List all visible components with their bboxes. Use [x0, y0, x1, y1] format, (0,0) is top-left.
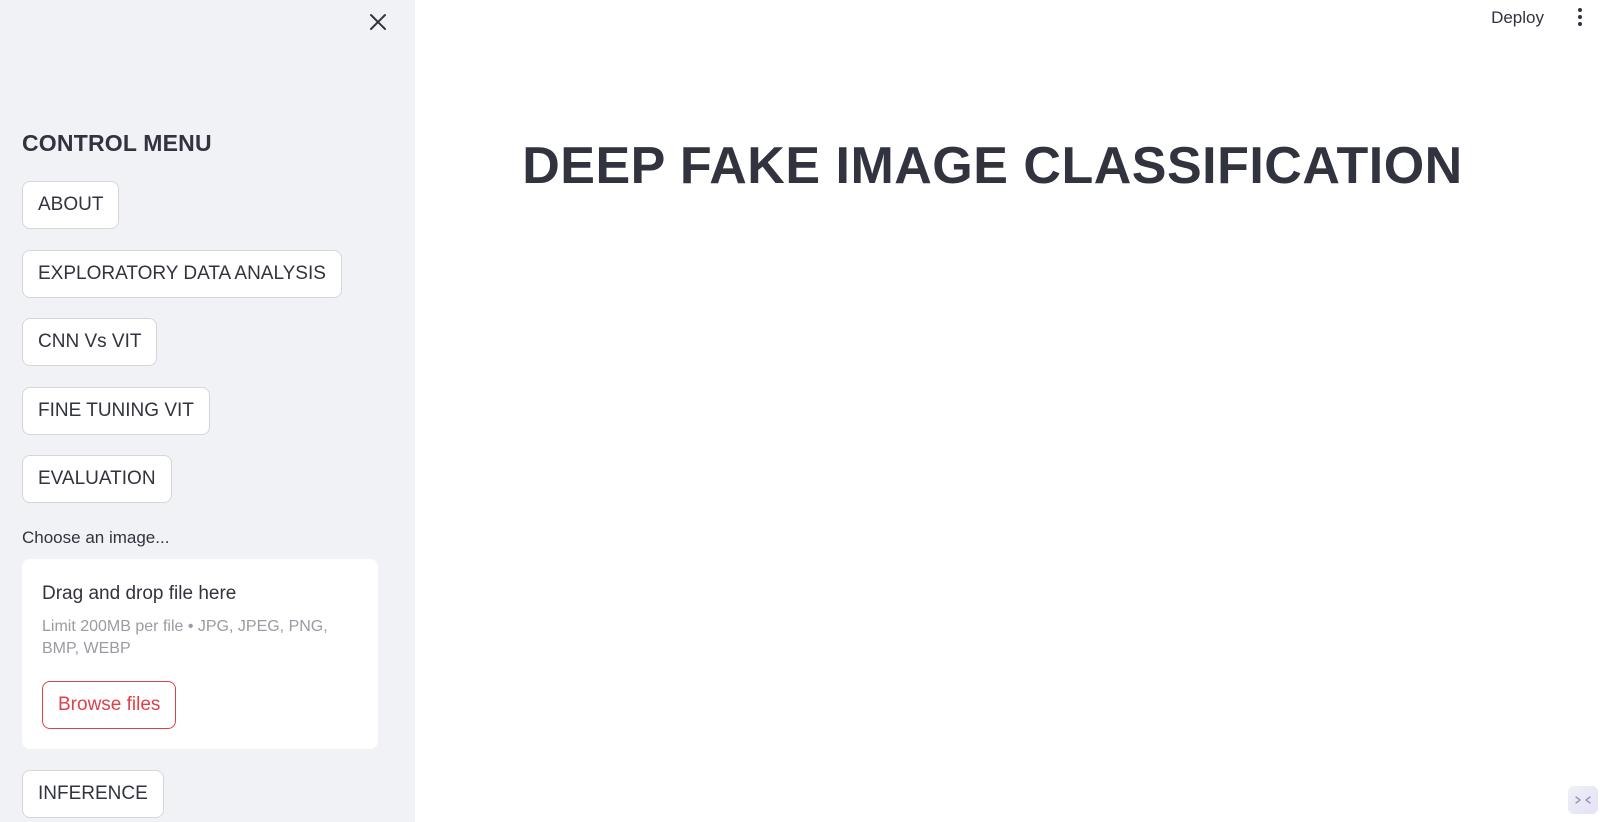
eda-button[interactable]: EXPLORATORY DATA ANALYSIS [22, 250, 342, 298]
dropzone-limit-text: Limit 200MB per file • JPG, JPEG, PNG, B… [42, 618, 328, 657]
dropzone-title: Drag and drop file here [42, 583, 237, 604]
browse-files-button[interactable]: Browse files [42, 681, 177, 729]
evaluation-button[interactable]: EVALUATION [22, 455, 172, 503]
sidebar-heading: CONTROL MENU [22, 130, 212, 156]
inference-button[interactable]: INFERENCE [22, 770, 164, 818]
uploader-label: Choose an image... [22, 528, 170, 547]
close-icon [370, 14, 386, 30]
file-dropzone[interactable]: Drag and drop file here Limit 200MB per … [22, 559, 378, 749]
cnn-vs-vit-button[interactable]: CNN Vs VIT [22, 318, 158, 366]
app-root: CONTROL MENU ABOUT EXPLORATORY DATA ANAL… [0, 0, 1600, 822]
main-content: Deploy DEEP FAKE IMAGE CLASSIFICATION [415, 0, 1600, 822]
about-button[interactable]: ABOUT [22, 181, 120, 229]
page-title: DEEP FAKE IMAGE CLASSIFICATION [522, 137, 1463, 195]
streamlit-badge[interactable] [1568, 786, 1598, 814]
streamlit-badge-icon [1575, 796, 1591, 804]
fine-tuning-button[interactable]: FINE TUNING VIT [22, 387, 210, 435]
deploy-button[interactable]: Deploy [1487, 6, 1548, 30]
sidebar: CONTROL MENU ABOUT EXPLORATORY DATA ANAL… [0, 0, 415, 822]
close-sidebar-button[interactable] [364, 8, 392, 36]
kebab-menu-icon [1578, 8, 1582, 12]
main-menu-button[interactable] [1570, 6, 1590, 28]
